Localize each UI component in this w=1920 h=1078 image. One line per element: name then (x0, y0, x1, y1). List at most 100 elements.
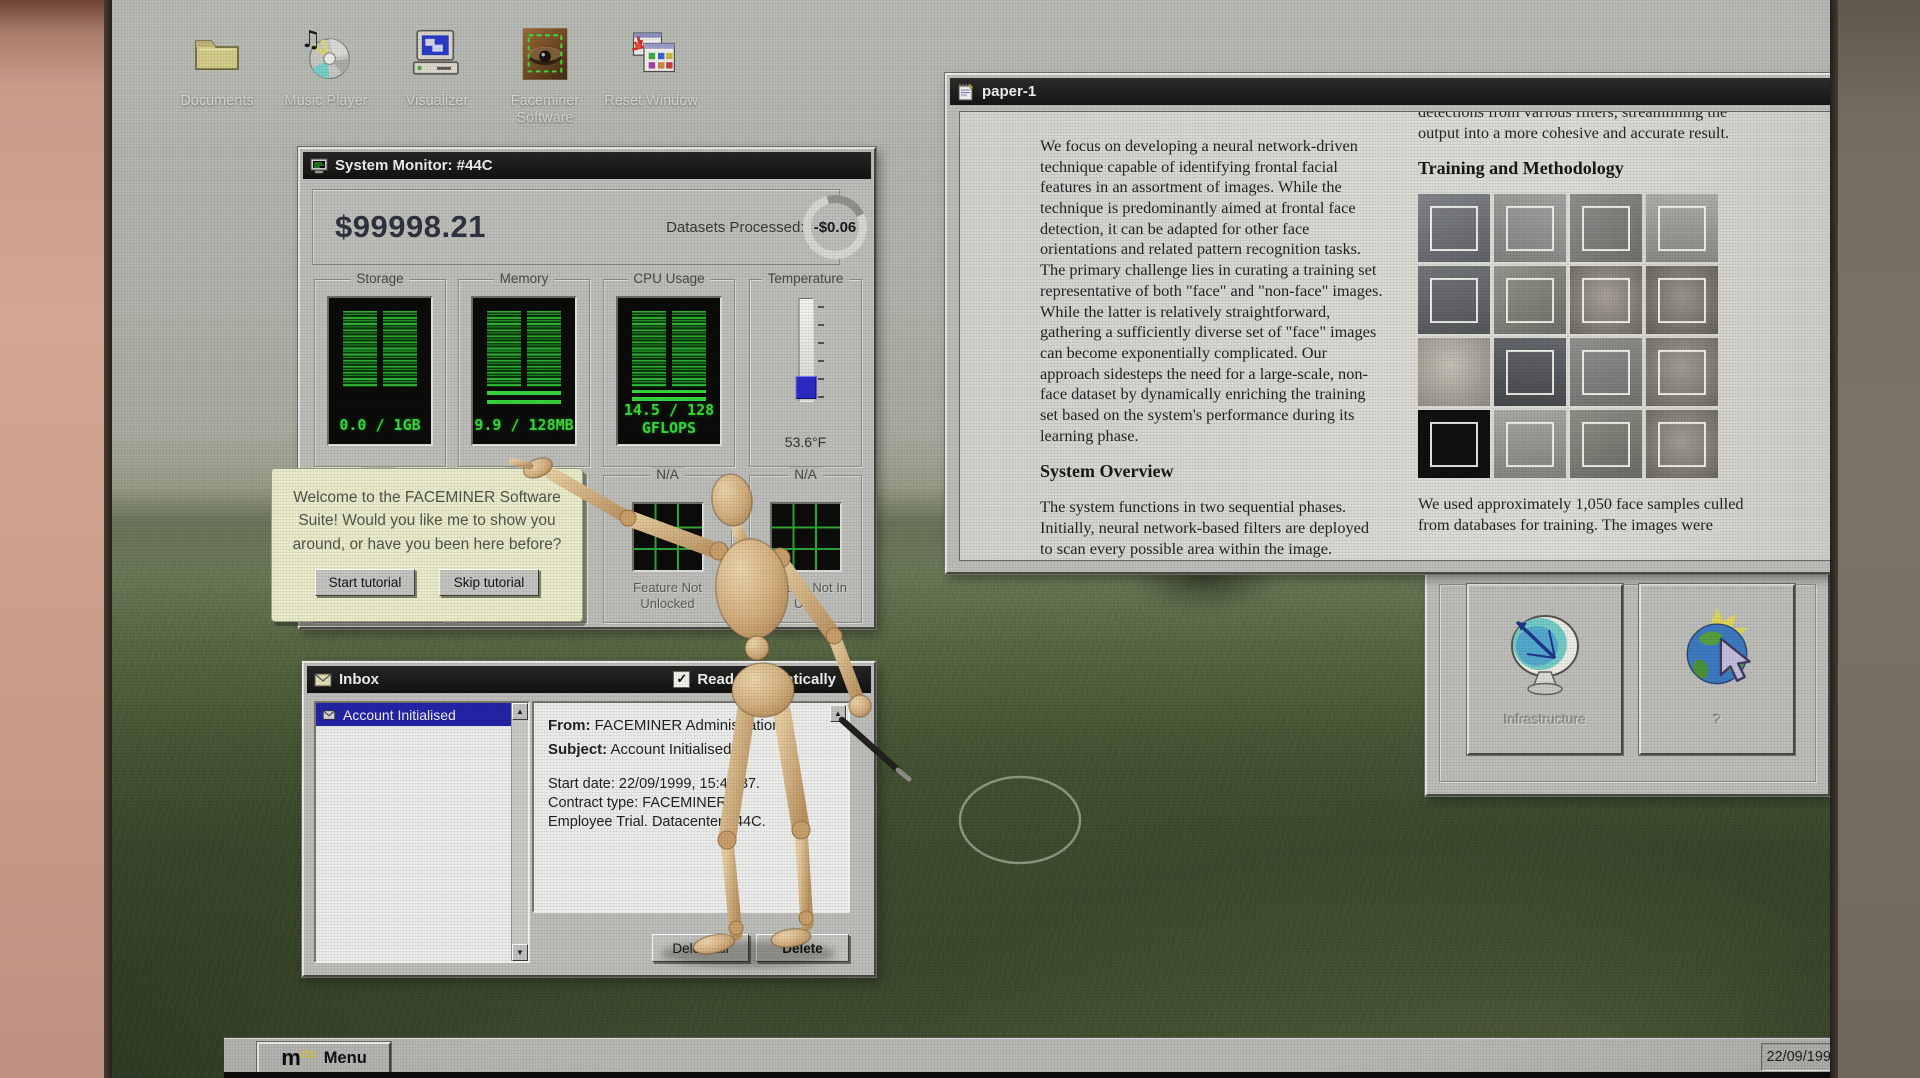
taskbar-clock: 22/09/1999, 15:42:47 (1761, 1043, 1830, 1071)
storage-value: 0.0 / 1GB (329, 416, 431, 434)
storage-lcd: 0.0 / 1GB (327, 296, 433, 446)
crt-screen: Documents ♫ Music Player (112, 0, 1830, 1078)
monitor-bezel-left (104, 0, 112, 1078)
desktop-icon-label: Reset Window (601, 93, 701, 110)
paper-paragraph: The system functions in two sequential p… (1040, 497, 1385, 561)
paper-titlebar[interactable]: paper-1 ✕ (950, 78, 1830, 105)
memory-value: 9.9 / 128MB (473, 416, 575, 434)
window-title: Inbox (339, 671, 379, 688)
delete-all-button[interactable]: Delete all (652, 934, 749, 962)
wall-right (1838, 0, 1920, 1078)
paper-column-1: We focus on developing a neural network-… (1040, 136, 1385, 561)
menu-label: Menu (324, 1049, 367, 1068)
paper-paragraph: detections from various filters, streaml… (1418, 111, 1763, 143)
paper-sheet: We focus on developing a neural network-… (959, 111, 1830, 561)
balance-value: $99998.21 (335, 209, 486, 245)
desktop-icon-label: Documents (167, 93, 267, 110)
message-body: Start date: 22/09/1999, 15:40:37. Contra… (548, 775, 834, 832)
svg-text:♫: ♫ (300, 26, 321, 53)
unknown-feature-button-label: ? (1641, 711, 1793, 727)
datasets-processed: Datasets Processed: 0 (666, 219, 817, 236)
temperature-slider-thumb[interactable] (795, 376, 816, 399)
rate-ring-gauge: -$0.06 (803, 195, 867, 259)
paper-paragraph: We used approximately 1,050 face samples… (1418, 494, 1763, 535)
subject-value: Account Initialised (611, 741, 732, 758)
envelope-icon (322, 710, 336, 720)
face-samples-figure (1418, 194, 1718, 478)
cpu-gauge: CPU Usage 14.5 / 128 GFLOPS (603, 279, 735, 467)
cpu-lcd: 14.5 / 128 GFLOPS (616, 296, 722, 446)
taskbar: mOS Menu 22/09/1999, 15:42:47 (224, 1038, 1830, 1073)
message-subject: Account Initialised (343, 707, 456, 723)
scroll-up-icon[interactable]: ▲ (512, 703, 528, 720)
inbox-titlebar[interactable]: Inbox Read Automatically (307, 666, 871, 693)
envelope-icon (314, 673, 332, 687)
computer-icon (409, 26, 465, 82)
menu-button[interactable]: mOS Menu (257, 1042, 391, 1074)
cpu-value: 14.5 / 128 GFLOPS (618, 401, 720, 439)
read-automatically-label: Read Automatically (697, 671, 836, 688)
read-automatically-checkbox[interactable] (673, 671, 690, 688)
game-scene: Documents ♫ Music Player (0, 0, 1920, 1078)
eye-scan-icon (517, 26, 573, 82)
skip-tutorial-button[interactable]: Skip tutorial (439, 569, 539, 596)
scroll-down-icon[interactable]: ▼ (512, 944, 528, 961)
gauge-label: Temperature (762, 271, 850, 286)
paper-window: paper-1 ✕ We focus on developing a neura… (945, 73, 1830, 574)
scroll-up-icon[interactable]: ▲ (830, 705, 846, 722)
start-tutorial-button[interactable]: Start tutorial (315, 569, 415, 596)
music-cd-icon: ♫ (298, 26, 354, 82)
list-item-selected[interactable]: Account Initialised (316, 703, 512, 726)
locked-gauge-4: N/A Feature Not InUse (749, 475, 862, 623)
notepad-icon (957, 83, 975, 101)
paper-heading: Training and Methodology (1418, 157, 1763, 180)
reset-windows-icon (623, 26, 679, 82)
storage-gauge: Storage 0.0 / 1GB (314, 279, 446, 467)
inbox-window: Inbox Read Automatically Account Initial… (302, 661, 876, 977)
gauge-label: Memory (494, 271, 555, 286)
inbox-reading-pane: From: FACEMINER Administration Subject: … (532, 701, 850, 913)
infrastructure-panel: Infrastructure ? (1425, 570, 1830, 796)
desktop-icon-reset-window[interactable]: Reset Window (601, 26, 701, 110)
system-monitor-titlebar[interactable]: System Monitor: #44C (303, 152, 871, 179)
infrastructure-button-label: Infrastructure (1469, 711, 1621, 727)
globe-cursor-icon (1671, 606, 1763, 698)
tutorial-popup: Welcome to the FACEMINER Software Suite!… (271, 468, 583, 622)
desktop-icon-visualizer[interactable]: Visualizer (387, 26, 487, 110)
desktop-icon-music-player[interactable]: ♫ Music Player (276, 26, 376, 110)
satellite-dish-icon (1497, 606, 1593, 702)
rate-delta: -$0.06 (803, 195, 867, 259)
paper-column-2: detections from various filters, streaml… (1418, 111, 1763, 550)
locked-grid-display (770, 502, 842, 572)
delete-button[interactable]: Delete (756, 934, 849, 962)
locked-gauge-3: N/A Feature NotUnlocked (603, 475, 732, 623)
os-logo: m (281, 1045, 300, 1070)
wall-left (0, 0, 104, 1078)
unknown-feature-button[interactable]: ? (1639, 584, 1795, 755)
memory-gauge: Memory 9.9 / 128MB (458, 279, 590, 467)
inbox-message-list: Account Initialised ▲ ▼ (314, 701, 530, 963)
from-value: FACEMINER Administration (595, 717, 781, 734)
tutorial-message: Welcome to the FACEMINER Software Suite!… (290, 486, 564, 556)
infrastructure-button[interactable]: Infrastructure (1467, 584, 1623, 755)
window-title: paper-1 (982, 83, 1036, 100)
window-title: System Monitor: #44C (335, 157, 493, 174)
paper-heading: System Overview (1040, 460, 1385, 483)
memory-lcd: 9.9 / 128MB (471, 296, 577, 446)
balance-panel: $99998.21 Datasets Processed: 0 (312, 189, 840, 265)
monitor-icon (310, 158, 328, 174)
desktop-icon-documents[interactable]: Documents (167, 26, 267, 110)
drawn-circle (902, 760, 1142, 880)
subject-label: Subject: (548, 741, 607, 758)
list-scrollbar[interactable]: ▲ ▼ (511, 703, 528, 961)
locked-grid-display (632, 502, 704, 572)
desktop-icon-label: Music Player (276, 93, 376, 110)
desktop-icon-label: Faceminer Software (495, 93, 595, 128)
screen-bottom-strip (224, 1072, 1830, 1078)
paper-paragraph: We focus on developing a neural network-… (1040, 136, 1385, 446)
monitor-bezel-right (1830, 0, 1838, 1078)
from-label: From: (548, 717, 591, 734)
temperature-gauge: Temperature 53.6°F (749, 279, 862, 467)
temperature-value: 53.6°F (750, 434, 861, 450)
desktop-icon-faceminer-software[interactable]: Faceminer Software (495, 26, 595, 128)
